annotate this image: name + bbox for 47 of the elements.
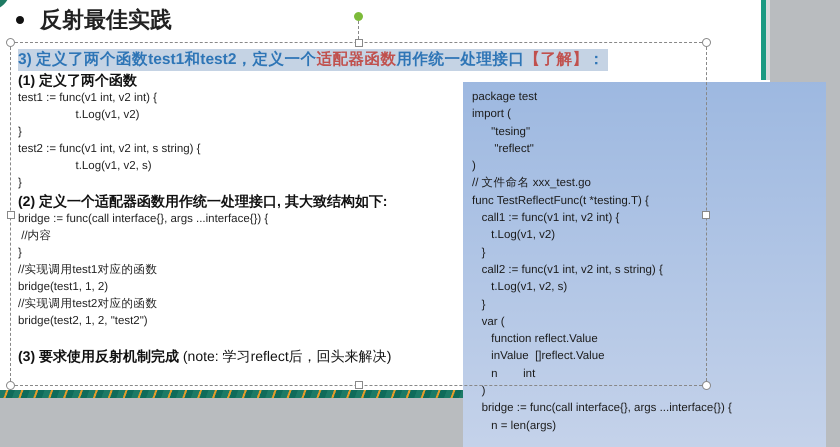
code-line: } [18,125,22,140]
code-line: import ( [472,107,511,122]
code-line: } [18,246,22,261]
code-line: "tesing" [490,124,530,140]
code-line: test2 := func(v1 int, v2 int, s string) { [18,142,200,157]
code-line: var ( [480,314,505,330]
code-line: "reflect" [493,142,534,157]
code-line: t.Log(v1, v2, s) [490,280,568,296]
code-line: t.Log(v1, v2) [490,228,556,244]
code-line: //内容 [20,228,52,244]
resize-handle[interactable] [355,381,363,389]
rotate-handle[interactable] [354,12,363,21]
code-line: //实现调用test2对应的函数 [18,296,158,312]
subheading-text: (2) 定义一个适配器函数用作统一处理接口, 其大致结构如下: [18,192,388,211]
code-line: test1 := func(v1 int, v2 int) { [18,91,158,106]
code-line: } [480,246,486,261]
code-line: t.Log(v1, v2, s) [74,159,152,174]
code-line: call1 := func(v1 int, v2 int) { [480,211,620,226]
code-line: bridge(test2, 1, 2, "test2") [18,314,148,329]
bullet-icon [16,16,24,24]
code-line: func TestReflectFunc(t *testing.T) { [472,194,649,209]
resize-handle[interactable] [6,381,15,390]
code-line: t.Log(v1, v2) [74,108,140,123]
code-line: } [18,176,22,191]
subheading-text: (1) 定义了两个函数 [18,71,137,90]
code-line: //实现调用test1对应的函数 [18,262,158,278]
code-line: n = len(args) [490,418,556,434]
code-line: bridge := func(call interface{}, args ...interface{}) { [18,212,268,227]
heading-text: 3) 定义了两个函数test1和test2，定义一个适配器函数用作统一处理接口【了解】： [18,49,608,71]
resize-handle[interactable] [7,211,15,219]
subheading-text: (3) 要求使用反射机制完成 (note: 学习reflect后，回头来解决) [18,347,392,366]
resize-handle[interactable] [702,38,711,47]
code-line: function reflect.Value [490,332,598,348]
code-line: ) [472,159,476,174]
code-line: bridge := func(call interface{}, args ...interface{}) { [480,401,732,416]
code-line: call2 := func(v1 int, v2 int, s string) { [480,262,663,278]
code-line: } [480,298,486,313]
code-line: ) [480,384,486,400]
resize-handle[interactable] [702,211,710,219]
code-line: inValue []reflect.Value [490,349,605,364]
code-line: // 文件命名 xxx_test.go [472,176,591,192]
resize-handle[interactable] [355,39,363,47]
resize-handle[interactable] [6,38,15,47]
code-line: n int [490,366,536,382]
slide-title: 反射最佳实践 [40,6,172,34]
code-line: bridge(test1, 1, 2) [18,280,108,295]
code-line: package test [472,90,538,105]
